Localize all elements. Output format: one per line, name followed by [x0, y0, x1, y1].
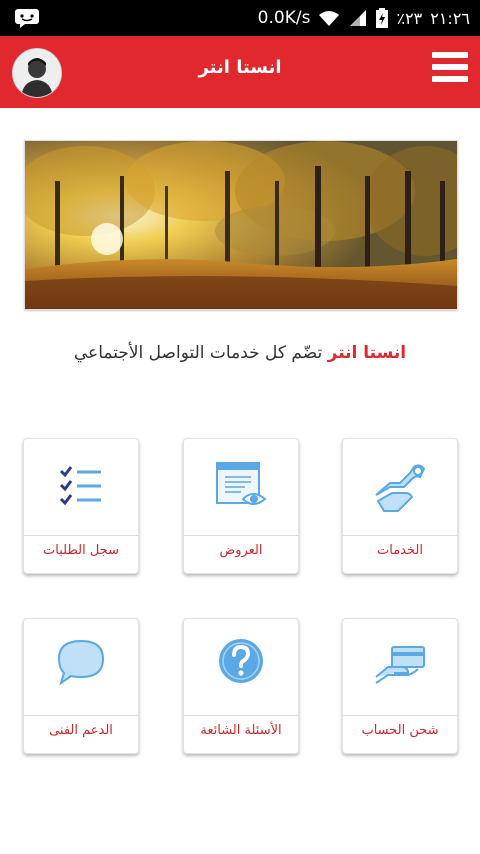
- tile-label: الخدمات: [377, 543, 423, 558]
- services-tile[interactable]: الخدمات: [342, 438, 458, 574]
- tile-label: الدعم الفنى: [49, 723, 113, 738]
- tile-separator: [343, 535, 457, 536]
- chat-bubble-icon: [57, 639, 105, 686]
- banner-image: [24, 140, 458, 310]
- tile-label: شحن الحساب: [361, 723, 439, 738]
- question-icon: [219, 639, 263, 683]
- tile-label: الأسئلة الشائعة: [200, 723, 282, 738]
- document-eye-icon: [216, 462, 267, 505]
- hamburger-menu-icon[interactable]: [432, 52, 468, 84]
- tile-separator: [343, 715, 457, 716]
- tile-separator: [24, 535, 138, 536]
- wrench-hand-icon: [375, 464, 426, 512]
- tagline: انستا انتر تضّم كل خدمات التواصل الأجتما…: [0, 343, 480, 363]
- autumn-forest-image: [25, 141, 457, 309]
- tile-separator: [24, 715, 138, 716]
- clock: ٢١:٢٦: [430, 8, 470, 28]
- orders-history-tile[interactable]: سجل الطلبات: [23, 438, 139, 574]
- network-speed: 0.0K/s: [257, 8, 311, 28]
- tile-separator: [184, 535, 298, 536]
- app-bar: انستا انتر: [0, 36, 480, 108]
- tile-label: العروض: [219, 543, 263, 558]
- wifi-icon: [319, 11, 340, 26]
- battery-percent: ٪٢٣: [396, 8, 423, 28]
- tagline-brand: انستا انتر: [327, 343, 407, 363]
- tile-label: سجل الطلبات: [43, 543, 119, 558]
- battery-icon: [376, 8, 389, 28]
- signal-icon: [350, 10, 367, 26]
- tile-separator: [184, 715, 298, 716]
- tagline-text: تضّم كل خدمات التواصل الأجتماعي: [73, 343, 328, 363]
- support-tile[interactable]: الدعم الفنى: [23, 618, 139, 754]
- checklist-icon: [59, 466, 101, 506]
- card-hand-icon: [375, 646, 425, 684]
- faq-tile[interactable]: الأسئلة الشائعة: [183, 618, 299, 754]
- status-bar: 0.0K/s ٪٢٣ ٢١:٢٦: [0, 0, 480, 36]
- message-icon: [15, 9, 39, 28]
- recharge-account-tile[interactable]: شحن الحساب: [342, 618, 458, 754]
- offers-tile[interactable]: العروض: [183, 438, 299, 574]
- page-title: انستا انتر: [198, 57, 282, 78]
